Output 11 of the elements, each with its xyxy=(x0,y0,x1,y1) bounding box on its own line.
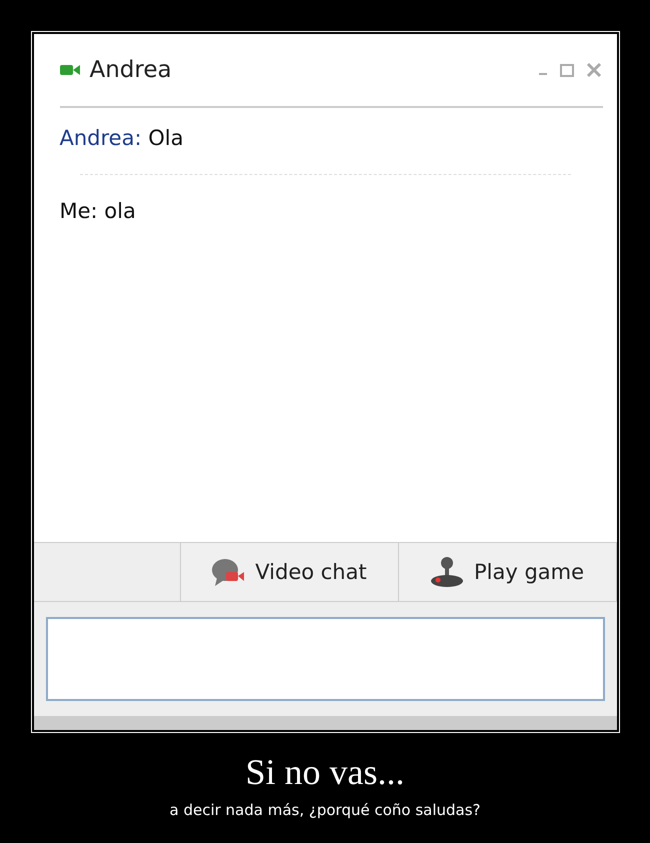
joystick-icon xyxy=(430,556,464,588)
speech-camera-icon xyxy=(211,557,246,587)
poster-subtitle: a decir nada más, ¿porqué coño saludas? xyxy=(169,801,481,819)
message-input-field[interactable] xyxy=(46,617,604,701)
close-icon[interactable] xyxy=(584,61,602,79)
video-camera-icon xyxy=(60,64,80,76)
chat-message: Andrea: Ola xyxy=(60,125,184,152)
poster-title: Si no vas... xyxy=(245,751,404,793)
maximize-icon[interactable] xyxy=(558,62,574,78)
window-title: Andrea xyxy=(90,57,172,83)
chat-message: Me: ola xyxy=(60,198,137,225)
